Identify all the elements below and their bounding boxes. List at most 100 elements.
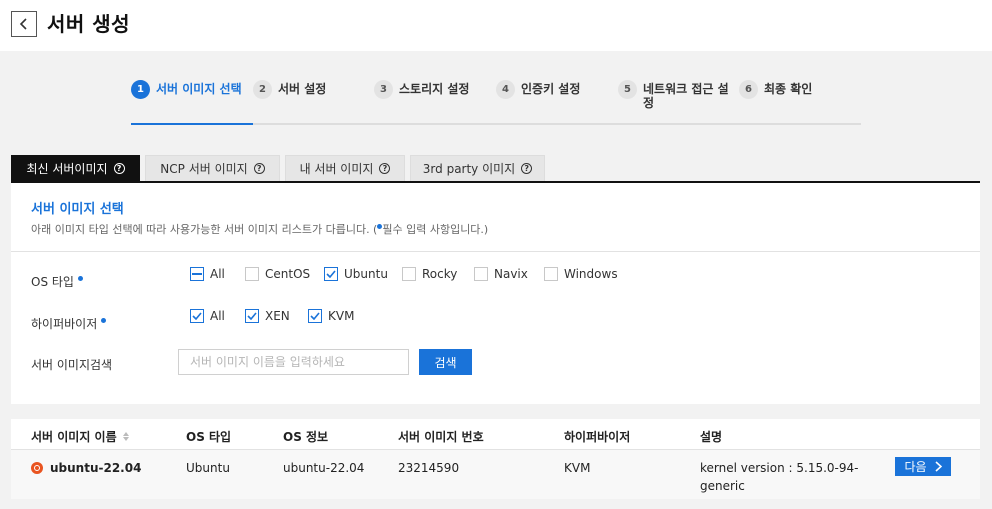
image-tabs: 최신 서버이미지 ? NCP 서버 이미지 ? 내 서버 이미지 ? 3rd p… bbox=[11, 155, 980, 183]
image-name: ubuntu-22.04 bbox=[50, 461, 142, 475]
os-navix-checkbox[interactable]: Navix bbox=[474, 267, 544, 281]
sort-icon[interactable] bbox=[122, 432, 129, 441]
image-name-cell: ubuntu-22.04 bbox=[31, 459, 141, 477]
option-label: Navix bbox=[494, 267, 528, 281]
hypervisor-checkboxes: All XEN KVM bbox=[190, 309, 354, 323]
partial-checkbox-icon bbox=[190, 267, 204, 281]
header-bar: 서버 생성 bbox=[0, 0, 992, 51]
step-number: 3 bbox=[374, 80, 393, 99]
server-image-table: 서버 이미지 이름 OS 타입 OS 정보 서버 이미지 번호 하이퍼바이저 설… bbox=[11, 419, 980, 499]
checked-checkbox-icon bbox=[324, 267, 338, 281]
image-number-cell: 23214590 bbox=[398, 461, 460, 475]
description-line: generic bbox=[700, 479, 745, 493]
step-number: 6 bbox=[739, 80, 758, 99]
description-text-required: 필수 입력 사항입니다.) bbox=[382, 223, 489, 236]
checkbox-icon bbox=[544, 267, 558, 281]
button-label: 다음 bbox=[904, 460, 927, 474]
panel-description: 아래 이미지 타입 선택에 따라 사용가능한 서버 이미지 리스트가 다릅니다.… bbox=[31, 221, 488, 237]
step-label: 최종 확인 bbox=[764, 82, 813, 96]
step-6[interactable]: 6 최종 확인 bbox=[739, 80, 812, 99]
back-button[interactable] bbox=[11, 11, 37, 37]
step-number: 2 bbox=[253, 80, 272, 99]
help-icon[interactable]: ? bbox=[253, 163, 265, 174]
step-label: 서버 설정 bbox=[278, 82, 327, 96]
os-type-label: OS 타입 bbox=[31, 273, 83, 290]
required-dot-icon bbox=[101, 318, 107, 323]
option-label: CentOS bbox=[265, 267, 311, 281]
next-button[interactable]: 다음 bbox=[895, 457, 951, 476]
image-filter-panel: 서버 이미지 선택 아래 이미지 타입 선택에 따라 사용가능한 서버 이미지 … bbox=[11, 183, 980, 404]
column-header-image-no: 서버 이미지 번호 bbox=[398, 430, 484, 444]
tab-ncp-images[interactable]: NCP 서버 이미지 ? bbox=[145, 155, 280, 181]
wizard-steps: 1 서버 이미지 선택 2 서버 설정 3 스토리지 설정 4 인증키 설정 5… bbox=[131, 80, 861, 125]
tab-my-images[interactable]: 내 서버 이미지 ? bbox=[285, 155, 405, 181]
tab-label: NCP 서버 이미지 bbox=[160, 162, 248, 176]
hypervisor-xen-checkbox[interactable]: XEN bbox=[245, 309, 308, 323]
hypervisor-cell: KVM bbox=[564, 461, 591, 475]
header-label: 서버 이미지 이름 bbox=[31, 430, 117, 444]
page-title: 서버 생성 bbox=[47, 12, 131, 36]
search-button[interactable]: 검색 bbox=[419, 349, 472, 375]
tab-latest-images[interactable]: 최신 서버이미지 ? bbox=[11, 155, 140, 181]
active-step-underline bbox=[131, 123, 253, 125]
checked-checkbox-icon bbox=[190, 309, 204, 323]
os-rocky-checkbox[interactable]: Rocky bbox=[402, 267, 474, 281]
step-label: 스토리지 설정 bbox=[399, 82, 470, 96]
hypervisor-kvm-checkbox[interactable]: KVM bbox=[308, 309, 354, 323]
help-icon[interactable]: ? bbox=[113, 163, 125, 174]
checkbox-icon bbox=[474, 267, 488, 281]
option-label: All bbox=[210, 267, 225, 281]
column-header-image-name[interactable]: 서버 이미지 이름 bbox=[31, 428, 129, 445]
option-label: Windows bbox=[564, 267, 618, 281]
os-all-checkbox[interactable]: All bbox=[190, 267, 245, 281]
table-row[interactable]: ubuntu-22.04 Ubuntu ubuntu-22.04 2321459… bbox=[11, 450, 980, 499]
tab-label: 내 서버 이미지 bbox=[299, 162, 374, 176]
os-info-cell: ubuntu-22.04 bbox=[283, 461, 365, 475]
column-header-description: 설명 bbox=[700, 430, 723, 444]
os-type-cell: Ubuntu bbox=[186, 461, 230, 475]
step-label: 네트워크 접근 설 정 bbox=[643, 82, 729, 110]
os-type-checkboxes: All CentOS Ubuntu Rocky Navix Windows bbox=[190, 267, 618, 281]
step-number: 1 bbox=[131, 80, 150, 99]
help-icon[interactable]: ? bbox=[521, 163, 533, 174]
label-text: OS 타입 bbox=[31, 275, 74, 289]
os-centos-checkbox[interactable]: CentOS bbox=[245, 267, 324, 281]
step-4[interactable]: 4 인증키 설정 bbox=[496, 80, 580, 99]
step-label: 서버 이미지 선택 bbox=[156, 82, 242, 96]
step-1[interactable]: 1 서버 이미지 선택 bbox=[131, 80, 242, 99]
step-3[interactable]: 3 스토리지 설정 bbox=[374, 80, 469, 99]
option-label: XEN bbox=[265, 309, 290, 323]
checkbox-icon bbox=[402, 267, 416, 281]
panel-title: 서버 이미지 선택 bbox=[31, 202, 124, 217]
tab-label: 3rd party 이미지 bbox=[422, 162, 516, 176]
column-header-os-info: OS 정보 bbox=[283, 430, 329, 444]
help-icon[interactable]: ? bbox=[379, 163, 391, 174]
label-text: 하이퍼바이저 bbox=[31, 317, 98, 331]
option-label: Rocky bbox=[422, 267, 458, 281]
os-windows-checkbox[interactable]: Windows bbox=[544, 267, 618, 281]
step-number: 4 bbox=[496, 80, 515, 99]
step-2[interactable]: 2 서버 설정 bbox=[253, 80, 326, 99]
divider bbox=[11, 251, 980, 252]
column-header-os-type: OS 타입 bbox=[186, 430, 232, 444]
description-line: kernel version : 5.15.0-94- bbox=[700, 461, 859, 475]
table-header: 서버 이미지 이름 OS 타입 OS 정보 서버 이미지 번호 하이퍼바이저 설… bbox=[11, 419, 980, 450]
hypervisor-label: 하이퍼바이저 bbox=[31, 315, 107, 332]
step-label: 인증키 설정 bbox=[521, 82, 581, 96]
image-search-input[interactable] bbox=[178, 349, 409, 375]
step-number: 5 bbox=[618, 80, 637, 99]
required-dot-icon bbox=[77, 276, 83, 281]
tab-3rd-party-images[interactable]: 3rd party 이미지 ? bbox=[410, 155, 545, 181]
hypervisor-all-checkbox[interactable]: All bbox=[190, 309, 245, 323]
checkbox-icon bbox=[245, 267, 259, 281]
checked-checkbox-icon bbox=[308, 309, 322, 323]
description-cell: kernel version : 5.15.0-94- generic bbox=[700, 459, 858, 495]
ubuntu-logo-icon bbox=[31, 462, 43, 474]
os-ubuntu-checkbox[interactable]: Ubuntu bbox=[324, 267, 402, 281]
option-label: Ubuntu bbox=[344, 267, 388, 281]
option-label: KVM bbox=[328, 309, 355, 323]
column-header-hypervisor: 하이퍼바이저 bbox=[564, 430, 631, 444]
option-label: All bbox=[210, 309, 225, 323]
step-5[interactable]: 5 네트워크 접근 설 정 bbox=[618, 80, 729, 110]
image-search-label: 서버 이미지검색 bbox=[31, 358, 113, 372]
